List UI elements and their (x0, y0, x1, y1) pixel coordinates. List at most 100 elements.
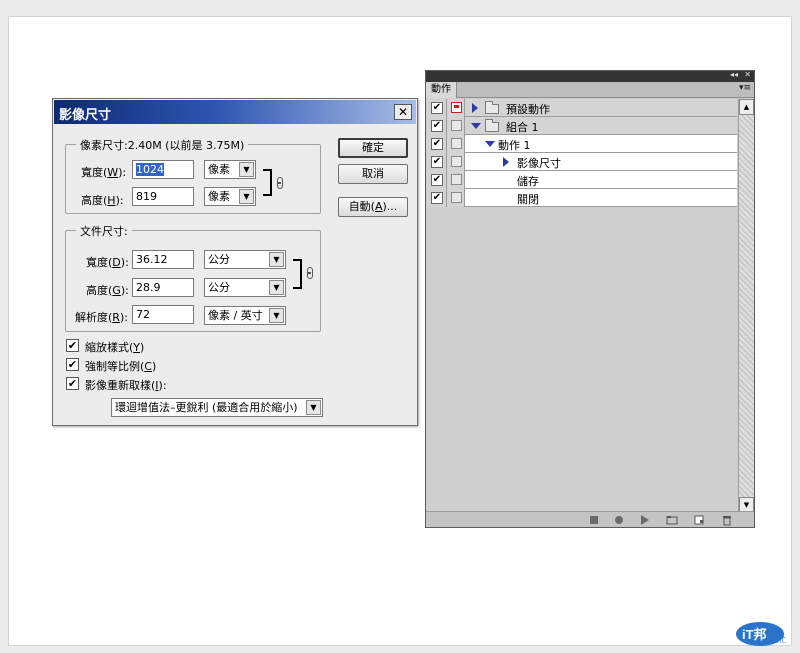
dialog-column (447, 153, 465, 171)
chevron-down-icon: ▼ (269, 280, 284, 295)
doc-height-unit-select[interactable]: 公分 ▼ (204, 278, 286, 297)
command-row[interactable]: ✔ 關閉 (427, 189, 737, 207)
chevron-down-icon: ▼ (306, 400, 321, 415)
resolution-unit-select[interactable]: 像素 / 英寸 ▼ (204, 306, 286, 325)
pixel-width-unit-select[interactable]: 像素 ▼ (204, 160, 256, 179)
logo-subtext: 幫忙 (772, 635, 786, 644)
constrain-proportions-label: 強制等比例(C) (85, 360, 157, 373)
action-label: 動作 1 (498, 139, 531, 152)
toggle-item-checkbox[interactable]: ✔ (431, 156, 443, 168)
logo-text: iT邦 (742, 627, 767, 642)
collapse-icon[interactable]: ◂◂ (730, 70, 738, 79)
pixel-width-label: 寬度(W): (81, 166, 127, 179)
toggle-item-checkbox[interactable]: ✔ (431, 138, 443, 150)
tab-actions[interactable]: 動作 (426, 82, 457, 98)
dialog-toggle-icon[interactable] (451, 102, 462, 113)
close-button[interactable]: ✕ (394, 104, 412, 120)
command-label: 關閉 (517, 193, 539, 206)
collapse-arrow-icon[interactable] (485, 141, 495, 147)
resolution-label: 解析度(R): (75, 311, 128, 324)
toggle-column: ✔ (427, 117, 447, 135)
expand-arrow-icon[interactable] (472, 103, 478, 113)
pixel-height-label: 高度(H): (81, 194, 124, 207)
image-size-dialog: 影像尺寸 ✕ 像素尺寸:2.40M (以前是 3.75M) 寬度(W): 102… (52, 98, 418, 426)
resample-image-label: 影像重新取樣(I): (85, 379, 167, 392)
action-set-row[interactable]: ✔ 預設動作 (427, 99, 737, 117)
actions-panel: ◂◂ ✕ 動作 ▾≡ ✔ 預設動作 ✔ 組合 1 ✔ 動作 1 ✔ 影像尺寸 ✔… (425, 70, 755, 528)
doc-width-unit-select[interactable]: 公分 ▼ (204, 250, 286, 269)
constrain-proportions-checkbox[interactable]: ✔ (66, 358, 79, 371)
toggle-item-checkbox[interactable]: ✔ (431, 102, 443, 114)
dialog-toggle-icon[interactable] (451, 156, 462, 167)
close-icon[interactable]: ✕ (744, 70, 751, 79)
panel-header-strip[interactable]: ◂◂ ✕ (426, 70, 754, 82)
pixel-dimensions-title: 像素尺寸:2.40M (以前是 3.75M) (76, 137, 249, 153)
dialog-column (447, 99, 465, 117)
dialog-toggle-icon[interactable] (451, 174, 462, 185)
dialog-column (447, 171, 465, 189)
dialog-title-bar[interactable]: 影像尺寸 ✕ (54, 100, 416, 124)
dialog-toggle-icon[interactable] (451, 120, 462, 131)
link-chain-icon (277, 177, 283, 189)
action-set-label: 預設動作 (506, 103, 550, 116)
pixel-constrain-bracket (263, 169, 272, 196)
chevron-down-icon: ▼ (239, 162, 254, 177)
ithelp-logo: iT邦 幫忙 (736, 622, 786, 646)
command-label: 影像尺寸 (517, 157, 561, 170)
ok-button[interactable]: 確定 (338, 138, 408, 158)
folder-icon (485, 119, 499, 132)
toggle-column: ✔ (427, 135, 447, 153)
toggle-column: ✔ (427, 99, 447, 117)
link-chain-icon (307, 267, 313, 279)
pixel-height-input[interactable]: 819 (132, 187, 194, 206)
doc-constrain-bracket (293, 259, 302, 289)
doc-width-input[interactable]: 36.12 (132, 250, 194, 269)
action-set-row[interactable]: ✔ 組合 1 (427, 117, 737, 135)
scale-styles-checkbox[interactable]: ✔ (66, 339, 79, 352)
pixel-height-unit-select[interactable]: 像素 ▼ (204, 187, 256, 206)
toggle-item-checkbox[interactable]: ✔ (431, 192, 443, 204)
dialog-toggle-icon[interactable] (451, 192, 462, 203)
action-row[interactable]: ✔ 動作 1 (427, 135, 737, 153)
panel-menu-icon[interactable]: ▾≡ (739, 83, 751, 93)
trash-icon[interactable] (722, 515, 732, 526)
resample-method-select[interactable]: 環迴增值法–更銳利 (最適合用於縮小) ▼ (111, 398, 323, 417)
dialog-column (447, 117, 465, 135)
command-row[interactable]: ✔ 影像尺寸 (427, 153, 737, 171)
doc-width-label: 寬度(D): (86, 256, 129, 269)
dialog-toggle-icon[interactable] (451, 138, 462, 149)
doc-height-input[interactable]: 28.9 (132, 278, 194, 297)
dialog-column (447, 189, 465, 207)
panel-scrollbar[interactable]: ▲ ▼ (738, 99, 754, 513)
command-row[interactable]: ✔ 儲存 (427, 171, 737, 189)
command-label: 儲存 (517, 175, 539, 188)
collapse-arrow-icon[interactable] (471, 123, 481, 129)
expand-arrow-icon[interactable] (503, 157, 509, 167)
dialog-column (447, 135, 465, 153)
panel-tab-bar: 動作 ▾≡ (426, 82, 754, 98)
stop-icon[interactable] (589, 515, 599, 525)
auto-button[interactable]: 自動(A)... (338, 197, 408, 217)
toggle-column: ✔ (427, 189, 447, 207)
scale-styles-label: 縮放樣式(Y) (85, 341, 145, 354)
folder-icon (485, 101, 499, 114)
record-icon[interactable] (614, 515, 624, 525)
toggle-item-checkbox[interactable]: ✔ (431, 174, 443, 186)
document-size-title: 文件尺寸: (76, 223, 132, 239)
action-set-label: 組合 1 (506, 121, 539, 134)
doc-height-label: 高度(G): (86, 284, 129, 297)
toggle-column: ✔ (427, 171, 447, 189)
play-icon[interactable] (640, 515, 650, 525)
resample-image-checkbox[interactable]: ✔ (66, 377, 79, 390)
toggle-item-checkbox[interactable]: ✔ (431, 120, 443, 132)
resolution-input[interactable]: 72 (132, 305, 194, 324)
scroll-up-icon[interactable]: ▲ (739, 99, 754, 115)
new-set-folder-icon[interactable] (666, 515, 678, 525)
panel-toolbar (426, 511, 754, 527)
new-action-icon[interactable] (694, 515, 705, 525)
close-icon: ✕ (397, 105, 409, 119)
dialog-title: 影像尺寸 (59, 108, 112, 123)
pixel-width-input[interactable]: 1024 (132, 160, 194, 179)
toggle-column: ✔ (427, 153, 447, 171)
cancel-button[interactable]: 取消 (338, 164, 408, 184)
